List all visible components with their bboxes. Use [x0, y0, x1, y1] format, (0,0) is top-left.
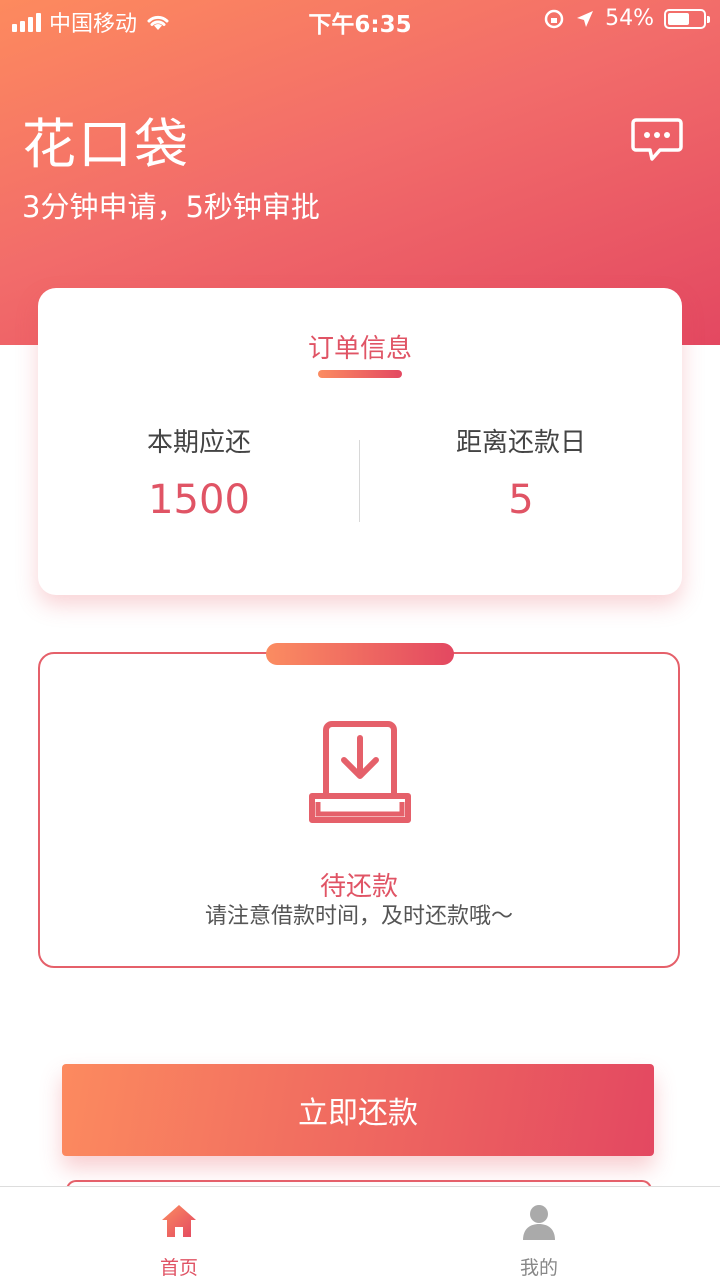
- repay-now-button[interactable]: 立即还款: [62, 1064, 654, 1156]
- tab-bar: 首页 我的: [0, 1186, 720, 1280]
- battery-icon: [664, 8, 710, 29]
- app-subtitle: 3分钟申请，5秒钟审批: [22, 190, 320, 224]
- download-tray-icon: [309, 721, 411, 823]
- days-to-due-block: 距离还款日 5: [360, 422, 682, 523]
- order-card-title: 订单信息: [307, 334, 412, 364]
- repayment-status-card: 待还款 请注意借款时间，及时还款哦～: [38, 652, 680, 968]
- user-icon: [523, 1205, 555, 1240]
- tab-mine-label: 我的: [519, 1257, 558, 1279]
- tab-mine[interactable]: 我的: [469, 1187, 609, 1280]
- tab-home[interactable]: 首页: [109, 1187, 249, 1280]
- days-to-due-label: 距离还款日: [455, 428, 586, 458]
- days-to-due-value: 5: [508, 477, 534, 523]
- location-icon: [577, 10, 594, 27]
- current-due-value: 1500: [148, 477, 250, 523]
- app-title: 花口袋: [22, 113, 190, 176]
- title-underline: [318, 370, 402, 378]
- tab-home-label: 首页: [159, 1257, 198, 1279]
- order-info-card: 订单信息 本期应还 1500 距离还款日 5: [38, 288, 682, 595]
- battery-percent: 54%: [605, 6, 654, 31]
- home-icon: [162, 1205, 196, 1237]
- status-description: 请注意借款时间，及时还款哦～: [204, 904, 513, 929]
- rotation-lock-icon: [544, 9, 564, 28]
- current-due-block: 本期应还 1500: [38, 422, 360, 523]
- chat-bubble-icon[interactable]: [630, 117, 684, 163]
- status-card-tab: [266, 643, 454, 665]
- current-due-label: 本期应还: [146, 428, 251, 458]
- status-bar: 中国移动 下午6:35 54%: [0, 0, 720, 40]
